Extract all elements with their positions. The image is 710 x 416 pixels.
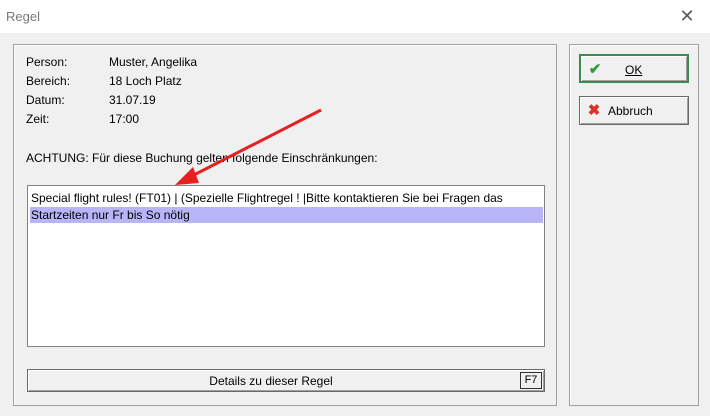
details-button-label: Details zu dieser Regel xyxy=(209,374,333,388)
list-item[interactable]: Special flight rules! (FT01) | (Speziell… xyxy=(30,190,503,206)
window-title: Regel xyxy=(6,9,40,24)
person-label: Person: xyxy=(26,55,68,69)
close-button[interactable]: ✕ xyxy=(664,0,710,33)
cancel-button[interactable]: ✖ Abbruch xyxy=(579,96,689,125)
date-value: 31.07.19 xyxy=(109,93,156,107)
close-icon: ✕ xyxy=(679,6,695,26)
restrictions-list[interactable]: Special flight rules! (FT01) | (Speziell… xyxy=(27,185,545,347)
person-value: Muster, Angelika xyxy=(109,55,198,69)
time-value: 17:00 xyxy=(109,112,140,126)
time-label: Zeit: xyxy=(26,112,50,126)
restriction-warning: ACHTUNG: Für diese Buchung gelten folgen… xyxy=(26,151,378,165)
ok-button-label: OK xyxy=(625,63,643,77)
title-bar: Regel ✕ xyxy=(0,0,710,33)
area-value: 18 Loch Platz xyxy=(109,74,182,88)
details-button[interactable]: Details zu dieser Regel F7 xyxy=(27,369,545,392)
dialog-window: Regel ✕ Person: Muster, Angelika Bereich… xyxy=(0,0,710,416)
date-label: Datum: xyxy=(26,93,65,107)
f7-shortcut-badge: F7 xyxy=(520,372,542,389)
ok-button[interactable]: ✔ OK xyxy=(579,54,689,83)
checkmark-icon: ✔ xyxy=(588,61,602,78)
cancel-button-label: Abbruch xyxy=(608,104,653,118)
x-icon: ✖ xyxy=(587,102,601,119)
area-label: Bereich: xyxy=(26,74,71,88)
list-item-selected[interactable]: Startzeiten nur Fr bis So nötig xyxy=(30,207,543,223)
